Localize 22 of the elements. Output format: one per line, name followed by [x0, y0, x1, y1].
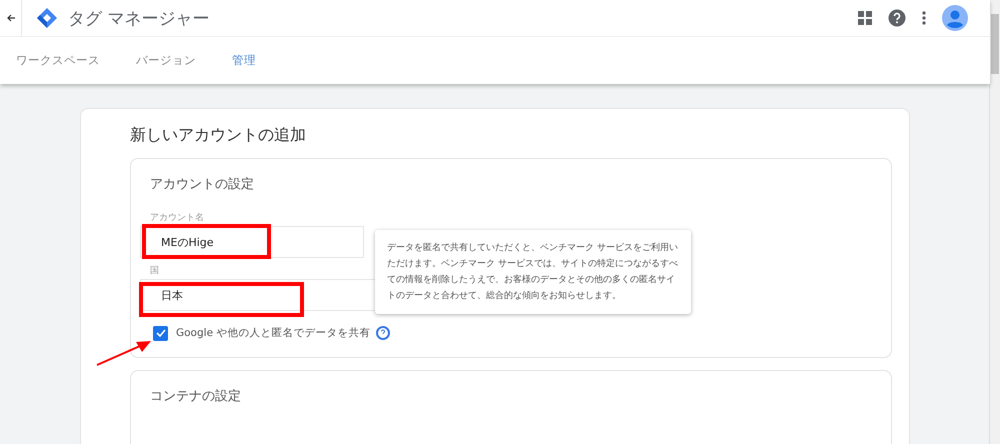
section-title: アカウントの設定	[150, 176, 255, 193]
nav-tab[interactable]: 管理	[232, 53, 274, 68]
avatar-icon[interactable]	[942, 5, 968, 31]
apps-grid-icon[interactable]	[858, 11, 872, 25]
tooltip: データを匿名で共有していただくと、ベンチマーク サービスをご利用いただけます。ベンチマーク サービスでは、サイトの特定につながるすべての情報を削除したうえで、お客様のデータとその他の多くの匿名サイトのデータと合わせて、総合的な傾向をお知らせします。	[375, 230, 691, 314]
page-title: 新しいアカウントの追加	[130, 125, 307, 146]
help-icon[interactable]	[376, 326, 390, 340]
field-label: 国	[150, 265, 159, 277]
back-arrow-icon	[6, 13, 16, 23]
section-title: コンテナの設定	[150, 388, 242, 405]
checkmark-icon	[156, 329, 166, 337]
checkbox-label: Google や他の人と匿名でデータを共有	[176, 326, 370, 340]
field-label: アカウント名	[150, 212, 204, 224]
nav-tab[interactable]: ワークスペース	[16, 53, 118, 68]
app-title: タグ マネージャー	[68, 8, 210, 30]
nav-tab[interactable]: バージョン	[136, 53, 214, 68]
more-menu-icon[interactable]	[922, 11, 926, 25]
annotation-arrow	[96, 338, 152, 366]
checkbox[interactable]	[153, 326, 168, 340]
tag-manager-logo-icon	[36, 7, 58, 29]
input-field[interactable]: MEのHige	[140, 226, 364, 258]
help-icon[interactable]	[888, 9, 906, 27]
